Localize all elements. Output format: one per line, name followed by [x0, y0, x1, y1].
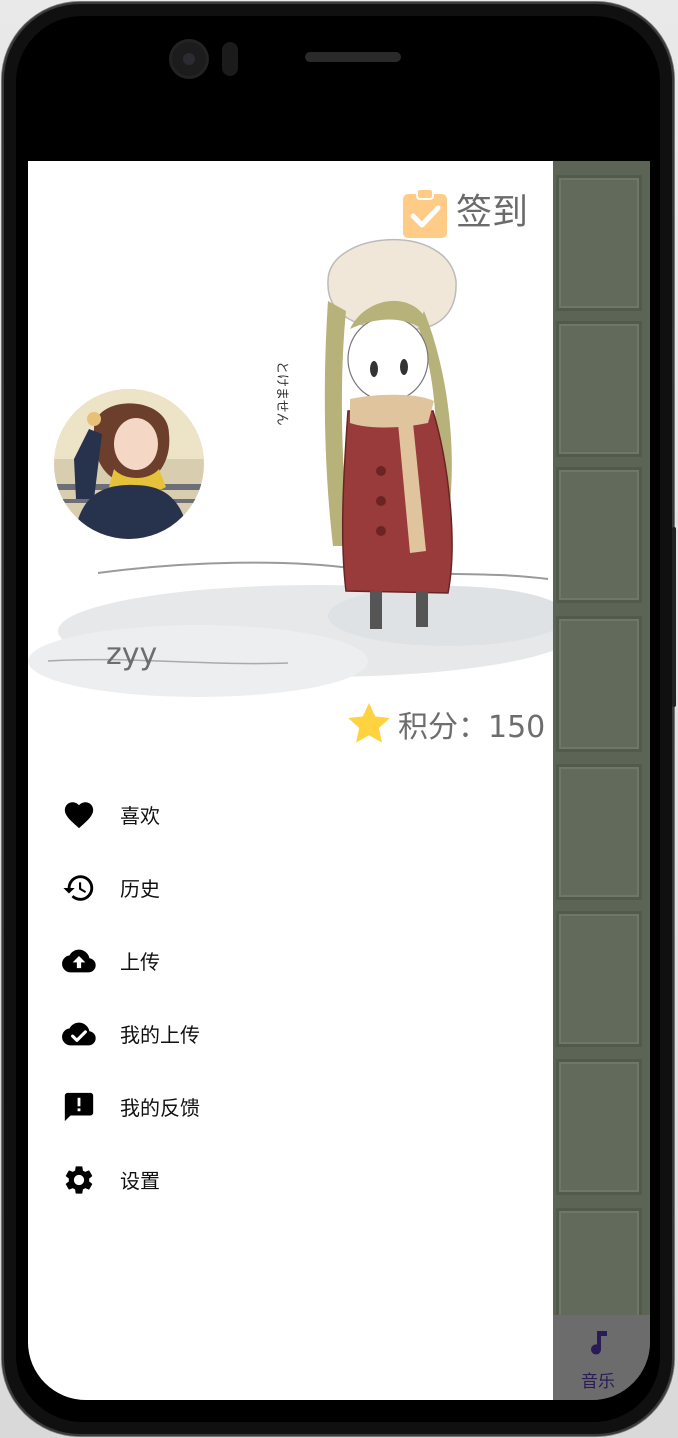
- menu-item-label: 上传: [120, 950, 160, 974]
- grid-tile[interactable]: [556, 1059, 642, 1195]
- star-icon: [348, 703, 390, 743]
- status-bar: [28, 88, 650, 161]
- grid-tile[interactable]: [556, 764, 642, 900]
- earpiece-speaker: [305, 52, 401, 62]
- drawer-menu: 喜欢 历史 上传 我的上传 我的反馈 设置: [28, 778, 553, 1216]
- phone-frame: 音乐 とけません 签到 zyy 积分：150 喜欢 历史 上传 我的上传 我的反…: [2, 2, 676, 1436]
- heart-icon: [64, 801, 94, 828]
- menu-item-history[interactable]: 历史: [28, 851, 553, 924]
- device-screen: 音乐 とけません 签到 zyy 积分：150 喜欢 历史 上传 我的上传 我的反…: [28, 88, 650, 1400]
- menu-item-label: 喜欢: [120, 804, 160, 828]
- username: zyy: [106, 637, 158, 672]
- menu-item-label: 我的上传: [120, 1023, 200, 1047]
- cloud-done-icon: [62, 1022, 96, 1045]
- grid-tile[interactable]: [556, 321, 642, 457]
- bottom-nav-music-label: 音乐: [581, 1372, 615, 1392]
- avatar-image: [54, 389, 204, 539]
- feedback-icon: [64, 1092, 94, 1121]
- checkin-label: 签到: [456, 192, 529, 233]
- menu-item-favorites[interactable]: 喜欢: [28, 778, 553, 851]
- bottom-nav-music[interactable]: 音乐: [553, 1315, 650, 1400]
- avatar[interactable]: [54, 389, 204, 539]
- navigation-drawer: とけません 签到 zyy 积分：150 喜欢 历史 上传 我的上传 我的反馈 设…: [28, 161, 553, 1400]
- clipboard-check-icon: [403, 188, 447, 238]
- menu-item-settings[interactable]: 设置: [28, 1143, 553, 1216]
- header-vertical-text: とけません: [274, 361, 289, 426]
- proximity-sensor: [222, 42, 238, 76]
- menu-item-feedback[interactable]: 我的反馈: [28, 1070, 553, 1143]
- volume-button: [672, 527, 676, 707]
- menu-item-my-uploads[interactable]: 我的上传: [28, 997, 553, 1070]
- menu-item-label: 设置: [120, 1169, 160, 1193]
- music-note-icon: [591, 1331, 607, 1355]
- front-camera: [172, 42, 206, 76]
- points-display: 积分：150: [344, 697, 545, 751]
- gear-icon: [65, 1165, 93, 1194]
- drawer-header: とけません 签到 zyy: [28, 161, 553, 706]
- checkin-button[interactable]: 签到: [400, 186, 528, 240]
- cloud-upload-icon: [62, 949, 96, 972]
- grid-tile[interactable]: [556, 616, 642, 752]
- history-icon: [63, 874, 94, 901]
- grid-tile[interactable]: [556, 175, 642, 311]
- points-label: 积分：150: [398, 710, 546, 745]
- grid-tile[interactable]: [556, 911, 642, 1047]
- grid-tile[interactable]: [556, 467, 642, 603]
- menu-item-label: 历史: [120, 877, 160, 901]
- menu-item-upload[interactable]: 上传: [28, 924, 553, 997]
- menu-item-label: 我的反馈: [120, 1096, 200, 1120]
